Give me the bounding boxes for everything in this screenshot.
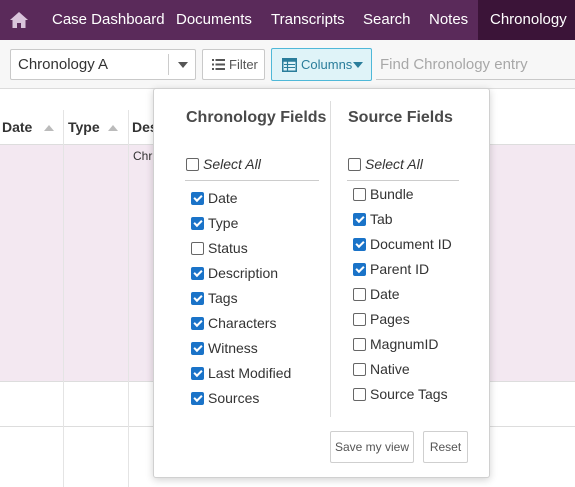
select-all-divider — [347, 180, 459, 181]
table-cell: Chr — [133, 149, 153, 163]
chronology-field-witness[interactable]: Witness — [191, 338, 258, 358]
chronology-field-date[interactable]: Date — [191, 188, 238, 208]
sort-asc-icon[interactable] — [108, 125, 118, 131]
checkbox[interactable] — [353, 187, 366, 201]
checkbox[interactable] — [353, 387, 366, 401]
source-field-parent-id[interactable]: Parent ID — [353, 259, 429, 279]
field-label: Bundle — [370, 186, 414, 202]
list-icon — [212, 59, 225, 70]
column-divider — [128, 110, 129, 487]
checkbox-checked[interactable] — [191, 316, 204, 330]
select-all-divider — [185, 180, 319, 181]
chronology-field-tags[interactable]: Tags — [191, 288, 238, 308]
field-label: Sources — [208, 390, 260, 406]
checkbox-checked[interactable] — [353, 262, 366, 276]
checkbox[interactable] — [353, 362, 366, 376]
field-label: Tags — [208, 290, 238, 306]
chronology-field-sources[interactable]: Sources — [191, 388, 259, 408]
source-field-date[interactable]: Date — [353, 284, 400, 304]
save-my-view-button[interactable]: Save my view — [330, 431, 414, 463]
source-field-native[interactable]: Native — [353, 359, 410, 379]
field-label: Type — [208, 215, 239, 231]
chronology-fields-title: Chronology Fields — [186, 109, 327, 126]
column-divider — [63, 110, 64, 487]
nav-transcripts[interactable]: Transcripts — [259, 0, 357, 40]
field-label: Parent ID — [370, 261, 430, 277]
sort-asc-icon[interactable] — [44, 125, 54, 131]
columns-icon — [282, 58, 297, 72]
nav-search[interactable]: Search — [351, 0, 423, 40]
chronology-select-all[interactable]: Select All — [186, 154, 261, 174]
top-nav: Case Dashboard Documents Transcripts Sea… — [0, 0, 575, 40]
columns-button-label: Columns — [301, 57, 353, 72]
field-label: Date — [208, 190, 238, 206]
field-label: Last Modified — [208, 365, 292, 381]
nav-chronology[interactable]: Chronology — [478, 0, 575, 40]
checkbox[interactable] — [353, 312, 366, 326]
home-icon — [10, 12, 28, 28]
chronology-field-last-modified[interactable]: Last Modified — [191, 363, 291, 383]
field-label: Status — [208, 240, 248, 256]
checkbox-checked[interactable] — [353, 212, 366, 226]
filter-button-label: Filter — [229, 57, 258, 72]
home-button[interactable] — [0, 0, 38, 40]
field-label: MagnumID — [370, 336, 439, 352]
checkbox[interactable] — [348, 157, 361, 171]
select-divider — [168, 54, 169, 75]
chronology-select-value: Chronology A — [18, 56, 109, 73]
checkbox-checked[interactable] — [191, 216, 204, 230]
checkbox[interactable] — [353, 337, 366, 351]
field-label: Pages — [370, 311, 410, 327]
checkbox-checked[interactable] — [191, 391, 204, 405]
field-label: Tab — [370, 211, 393, 227]
chronology-field-type[interactable]: Type — [191, 213, 238, 233]
chronology-field-characters[interactable]: Characters — [191, 313, 276, 333]
source-field-magnumid[interactable]: MagnumID — [353, 334, 438, 354]
field-label: Description — [208, 265, 279, 281]
caret-down-icon — [353, 62, 363, 68]
checkbox[interactable] — [191, 241, 204, 255]
reset-button[interactable]: Reset — [423, 431, 468, 463]
panel-divider — [330, 101, 331, 417]
column-header-date[interactable]: Date — [2, 119, 32, 135]
checkbox-checked[interactable] — [191, 341, 204, 355]
source-field-source-tags[interactable]: Source Tags — [353, 384, 448, 404]
checkbox-checked[interactable] — [191, 266, 204, 280]
chronology-field-status[interactable]: Status — [191, 238, 248, 258]
checkbox-checked[interactable] — [353, 237, 366, 251]
source-field-bundle[interactable]: Bundle — [353, 184, 414, 204]
checkbox-checked[interactable] — [191, 291, 204, 305]
source-fields-title: Source Fields — [348, 109, 453, 126]
toolbar: Chronology A Filter Columns — [0, 40, 575, 89]
chevron-down-icon — [178, 62, 188, 68]
chronology-field-description[interactable]: Description — [191, 263, 278, 283]
column-header-type[interactable]: Type — [68, 119, 100, 135]
checkbox-checked[interactable] — [191, 191, 204, 205]
field-label: Source Tags — [370, 386, 448, 402]
columns-dropdown-panel: Chronology Fields Source Fields Select A… — [153, 88, 490, 478]
field-label: Characters — [208, 315, 277, 331]
nav-documents[interactable]: Documents — [164, 0, 264, 40]
nav-case-dashboard[interactable]: Case Dashboard — [40, 0, 177, 40]
source-field-tab[interactable]: Tab — [353, 209, 393, 229]
source-select-all[interactable]: Select All — [348, 154, 423, 174]
checkbox[interactable] — [186, 157, 199, 171]
chronology-select[interactable]: Chronology A — [10, 49, 196, 80]
field-label: Document ID — [370, 236, 452, 252]
source-field-pages[interactable]: Pages — [353, 309, 410, 329]
filter-button[interactable]: Filter — [202, 49, 265, 80]
field-label: Date — [370, 286, 400, 302]
field-label: Witness — [208, 340, 258, 356]
find-chronology-input[interactable] — [376, 49, 575, 80]
columns-button[interactable]: Columns — [271, 48, 372, 81]
checkbox[interactable] — [353, 287, 366, 301]
checkbox-checked[interactable] — [191, 366, 204, 380]
field-label: Native — [370, 361, 410, 377]
select-all-label: Select All — [365, 156, 423, 172]
nav-notes[interactable]: Notes — [417, 0, 480, 40]
source-field-document-id[interactable]: Document ID — [353, 234, 452, 254]
select-all-label: Select All — [203, 156, 261, 172]
